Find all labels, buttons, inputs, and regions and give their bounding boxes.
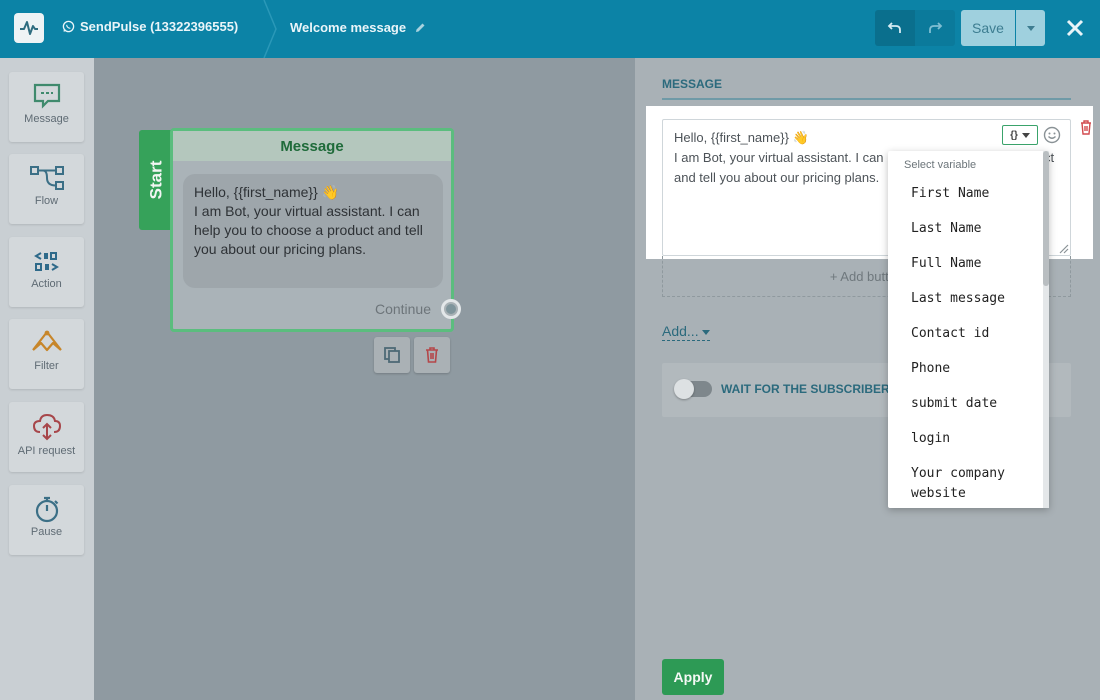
tool-action[interactable]: Action xyxy=(9,237,84,307)
message-bubble: Hello, {{first_name}} 👋 I am Bot, your v… xyxy=(183,174,443,288)
breadcrumb-separator xyxy=(263,0,277,58)
continue-label: Continue xyxy=(374,301,431,317)
dropdown-scroll-thumb[interactable] xyxy=(1043,151,1049,286)
insert-variable-button[interactable]: {} xyxy=(1002,125,1038,145)
variable-option[interactable]: Full Name xyxy=(911,254,1036,274)
variable-option[interactable]: Last message xyxy=(911,289,1036,309)
variable-option[interactable]: First Name xyxy=(911,184,1036,204)
node-title: Message xyxy=(173,131,451,161)
tool-label: Pause xyxy=(30,526,63,538)
tool-label: Flow xyxy=(34,195,59,207)
cloud-api-icon xyxy=(32,413,61,441)
undo-button[interactable] xyxy=(875,10,915,46)
wait-reply-toggle[interactable] xyxy=(674,379,712,399)
panel-divider xyxy=(662,98,1071,100)
variable-option[interactable]: Your company website xyxy=(911,464,1036,504)
emoji-icon[interactable] xyxy=(1043,126,1061,144)
pulse-icon xyxy=(20,21,38,35)
undo-icon xyxy=(887,22,901,33)
copy-icon xyxy=(384,347,400,363)
delete-message-icon[interactable] xyxy=(1079,119,1093,135)
flow-title[interactable]: Welcome message xyxy=(290,20,426,35)
stopwatch-icon xyxy=(35,496,58,523)
dropdown-header: Select variable xyxy=(904,159,977,171)
filter-icon xyxy=(31,330,62,352)
duplicate-node-button[interactable] xyxy=(374,337,410,373)
continue-connector[interactable] xyxy=(441,299,461,319)
add-content-link[interactable]: Add... xyxy=(662,322,710,341)
trash-icon xyxy=(426,347,438,363)
tool-label: API request xyxy=(17,445,76,457)
bot-name[interactable]: SendPulse (13322396555) xyxy=(62,19,238,34)
start-tab: Start xyxy=(139,130,173,230)
chevron-down-icon xyxy=(1026,25,1035,31)
action-icon xyxy=(33,252,59,271)
tool-label: Filter xyxy=(34,360,59,372)
tool-api-request[interactable]: API request xyxy=(9,402,84,472)
save-button[interactable]: Save xyxy=(961,10,1015,46)
message-node[interactable]: Message Hello, {{first_name}} 👋 I am Bot… xyxy=(170,128,454,332)
flow-title-label: Welcome message xyxy=(290,20,407,35)
delete-node-button[interactable] xyxy=(414,337,450,373)
save-options-button[interactable] xyxy=(1016,10,1045,46)
bot-name-label: SendPulse (13322396555) xyxy=(80,19,239,34)
sendpulse-logo[interactable] xyxy=(14,13,44,43)
tool-flow[interactable]: Flow xyxy=(9,154,84,224)
variable-option[interactable]: Contact id xyxy=(911,324,1036,344)
panel-section-title: MESSAGE xyxy=(662,77,723,91)
chevron-down-icon xyxy=(701,329,710,335)
tool-pause[interactable]: Pause xyxy=(9,485,84,555)
braces-icon: {} xyxy=(1010,129,1018,141)
redo-button[interactable] xyxy=(915,10,955,46)
variable-option[interactable]: Phone xyxy=(911,359,1036,379)
variable-dropdown: Select variable First Name Last Name Ful… xyxy=(888,151,1049,508)
tool-filter[interactable]: Filter xyxy=(9,319,84,389)
variable-option[interactable]: submit date xyxy=(911,394,1036,414)
add-link-label: Add... xyxy=(662,323,699,339)
close-button[interactable] xyxy=(1062,13,1088,43)
flow-icon xyxy=(29,166,64,190)
resize-handle-icon[interactable] xyxy=(1057,242,1069,254)
message-icon xyxy=(33,83,60,109)
bubble-line-body: I am Bot, your virtual assistant. I can … xyxy=(194,203,423,257)
redo-icon xyxy=(929,22,943,33)
bubble-line-greeting: Hello, {{first_name}} 👋 xyxy=(194,184,340,200)
close-icon xyxy=(1066,19,1084,37)
chevron-down-icon xyxy=(1021,132,1030,138)
variable-option[interactable]: Last Name xyxy=(911,219,1036,239)
start-label: Start xyxy=(146,160,166,200)
tool-label: Action xyxy=(31,278,62,290)
variable-option[interactable]: login xyxy=(911,429,1036,449)
apply-button[interactable]: Apply xyxy=(662,659,724,695)
whatsapp-icon xyxy=(62,20,75,33)
tool-message[interactable]: Message xyxy=(9,72,84,142)
pencil-icon[interactable] xyxy=(414,22,426,34)
tool-label: Message xyxy=(24,113,69,125)
